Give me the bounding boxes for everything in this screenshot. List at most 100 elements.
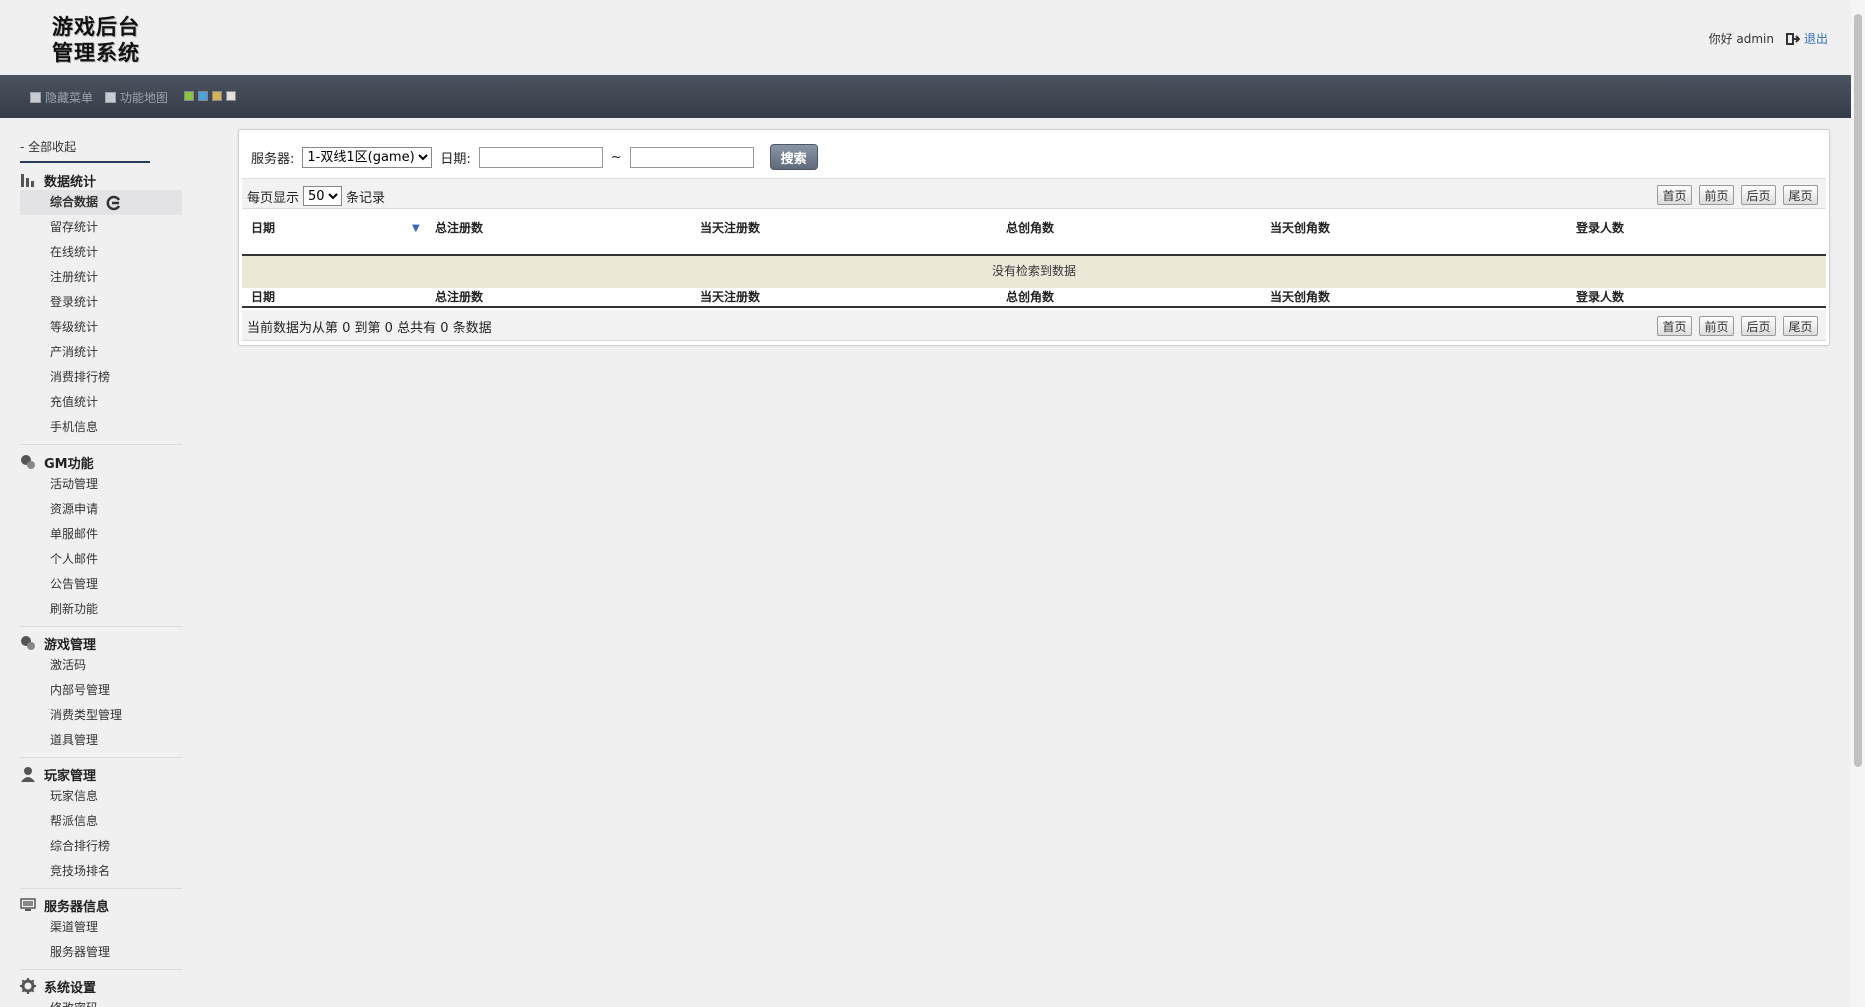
date-from-input[interactable]	[478, 146, 603, 168]
section-title: GM功能	[44, 456, 94, 472]
gear-icon	[20, 978, 36, 994]
game-icon	[21, 636, 35, 650]
header: 游戏后台 管理系统 你好 admin 退出	[0, 0, 1848, 75]
per-page-control: 每页显示 50 条记录	[247, 186, 385, 206]
section-header[interactable]: 游戏管理	[20, 633, 182, 653]
sidebar-item-level[interactable]: 等级统计	[20, 315, 182, 340]
col-login-count: 登录人数	[1576, 290, 1625, 304]
server-select[interactable]: 1-双线1区(game)	[302, 146, 433, 168]
sidebar-item-login[interactable]: 登录统计	[20, 290, 182, 315]
section-header[interactable]: GM功能	[20, 452, 182, 472]
scrollbar-thumb[interactable]	[1854, 14, 1862, 767]
col-daily-register[interactable]: 当天注册数	[700, 219, 760, 236]
per-page-suffix: 条记录	[346, 190, 386, 206]
pager-bottom: 当前数据为从第 0 到第 0 总共有 0 条数据 首页 前页 后页 尾页	[242, 310, 1826, 341]
logout-icon[interactable]	[1784, 31, 1800, 47]
sidebar-item-arena-rank[interactable]: 竞技场排名	[20, 859, 182, 884]
sidebar-item-label: 综合数据	[50, 195, 99, 209]
collapse-all-link[interactable]: - 全部收起	[20, 138, 150, 163]
sidebar-item-online[interactable]: 在线统计	[20, 240, 182, 265]
sidebar-item-channel[interactable]: 渠道管理	[20, 915, 182, 940]
hide-menu-icon	[30, 91, 41, 103]
last-page-button[interactable]: 尾页	[1783, 185, 1818, 205]
sidebar-section-player: 玩家管理 玩家信息 帮派信息 综合排行榜 竞技场排名	[20, 764, 182, 889]
sidebar-item-refresh[interactable]: 刷新功能	[20, 597, 182, 622]
sidebar-item-player-info[interactable]: 玩家信息	[20, 784, 182, 809]
section-divider	[20, 757, 182, 758]
search-button[interactable]: 搜索	[769, 144, 818, 170]
next-page-button[interactable]: 后页	[1741, 185, 1776, 205]
sidebar-section-game: 游戏管理 激活码 内部号管理 消费类型管理 道具管理	[20, 633, 182, 758]
last-page-button[interactable]: 尾页	[1783, 316, 1818, 336]
sidebar-item-guild-info[interactable]: 帮派信息	[20, 809, 182, 834]
section-divider	[20, 444, 182, 445]
page-scrollbar[interactable]	[1851, 0, 1865, 1007]
sidebar: - 全部收起 数据统计 综合数据 留存统计 在线统计 注册统计 登录统计 等级统…	[0, 118, 190, 1007]
sidebar-item-server-manage[interactable]: 服务器管理	[20, 940, 182, 965]
pager-buttons: 首页 前页 后页 尾页	[1657, 316, 1818, 336]
server-icon	[20, 898, 36, 911]
section-divider	[20, 969, 182, 970]
sidebar-item-consume-rank[interactable]: 消费排行榜	[20, 365, 182, 390]
logout-link[interactable]: 退出	[1804, 30, 1828, 47]
next-page-button[interactable]: 后页	[1741, 316, 1776, 336]
theme-swatch-white[interactable]	[226, 91, 236, 101]
sidebar-item-phone-info[interactable]: 手机信息	[20, 415, 182, 440]
sidebar-section-settings: 系统设置 修改密码	[20, 976, 182, 1007]
table-footer-header: 日期 总注册数 当天注册数 总创角数 当天创角数 登录人数	[242, 285, 1826, 308]
filter-bar: 服务器: 1-双线1区(game) 日期: ~ 搜索	[251, 144, 818, 170]
sidebar-item-resource-request[interactable]: 资源申请	[20, 497, 182, 522]
sidebar-item-overall-rank[interactable]: 综合排行榜	[20, 834, 182, 859]
refresh-icon[interactable]	[106, 195, 122, 211]
sidebar-item-activation-code[interactable]: 激活码	[20, 653, 182, 678]
first-page-button[interactable]: 首页	[1657, 185, 1692, 205]
sidebar-item-register[interactable]: 注册统计	[20, 265, 182, 290]
section-header[interactable]: 服务器信息	[20, 895, 182, 915]
sidebar-section-data-stats: 数据统计 综合数据 留存统计 在线统计 注册统计 登录统计 等级统计 产消统计 …	[20, 170, 182, 445]
logo-line-1: 游戏后台	[52, 14, 140, 39]
sidebar-item-produce-consume[interactable]: 产消统计	[20, 340, 182, 365]
col-daily-role: 当天创角数	[1270, 290, 1331, 304]
section-title: 服务器信息	[44, 899, 110, 915]
section-header[interactable]: 数据统计	[20, 170, 182, 190]
col-daily-role[interactable]: 当天创角数	[1270, 219, 1330, 236]
col-total-role[interactable]: 总创角数	[1006, 219, 1054, 236]
sidebar-item-consume-type[interactable]: 消费类型管理	[20, 703, 182, 728]
hide-menu-button[interactable]: 隐藏菜单	[30, 89, 93, 105]
prev-page-button[interactable]: 前页	[1699, 185, 1734, 205]
section-header[interactable]: 玩家管理	[20, 764, 182, 784]
col-date[interactable]: 日期	[251, 219, 275, 236]
sidebar-item-overview[interactable]: 综合数据	[20, 190, 182, 215]
col-login-count[interactable]: 登录人数	[1576, 219, 1624, 236]
function-map-icon	[105, 91, 116, 103]
per-page-prefix: 每页显示	[247, 190, 300, 206]
sidebar-item-announcement[interactable]: 公告管理	[20, 572, 182, 597]
col-date: 日期	[251, 290, 276, 304]
per-page-select[interactable]: 50	[303, 186, 343, 206]
server-label: 服务器:	[251, 151, 295, 167]
sidebar-item-internal-account[interactable]: 内部号管理	[20, 678, 182, 703]
theme-swatch-gold[interactable]	[212, 91, 222, 101]
sidebar-item-change-password[interactable]: 修改密码	[20, 996, 182, 1007]
function-map-button[interactable]: 功能地图	[105, 89, 168, 105]
sidebar-item-server-mail[interactable]: 单服邮件	[20, 522, 182, 547]
first-page-button[interactable]: 首页	[1657, 316, 1692, 336]
theme-swatch-blue[interactable]	[198, 91, 208, 101]
hide-menu-label: 隐藏菜单	[45, 90, 94, 105]
sidebar-item-recharge[interactable]: 充值统计	[20, 390, 182, 415]
sort-desc-icon[interactable]: ▼	[412, 223, 420, 234]
user-icon	[21, 767, 35, 782]
greeting: 你好 admin	[1708, 32, 1774, 46]
sidebar-item-retention[interactable]: 留存统计	[20, 215, 182, 240]
section-header[interactable]: 系统设置	[20, 976, 182, 996]
sidebar-item-personal-mail[interactable]: 个人邮件	[20, 547, 182, 572]
sidebar-item-items[interactable]: 道具管理	[20, 728, 182, 753]
sidebar-item-activity[interactable]: 活动管理	[20, 472, 182, 497]
section-title: 数据统计	[44, 174, 97, 190]
col-total-register[interactable]: 总注册数	[435, 219, 483, 236]
prev-page-button[interactable]: 前页	[1699, 316, 1734, 336]
date-separator: ~	[610, 149, 622, 165]
section-divider	[20, 888, 182, 889]
date-to-input[interactable]	[629, 146, 754, 168]
theme-swatch-green[interactable]	[184, 91, 194, 101]
